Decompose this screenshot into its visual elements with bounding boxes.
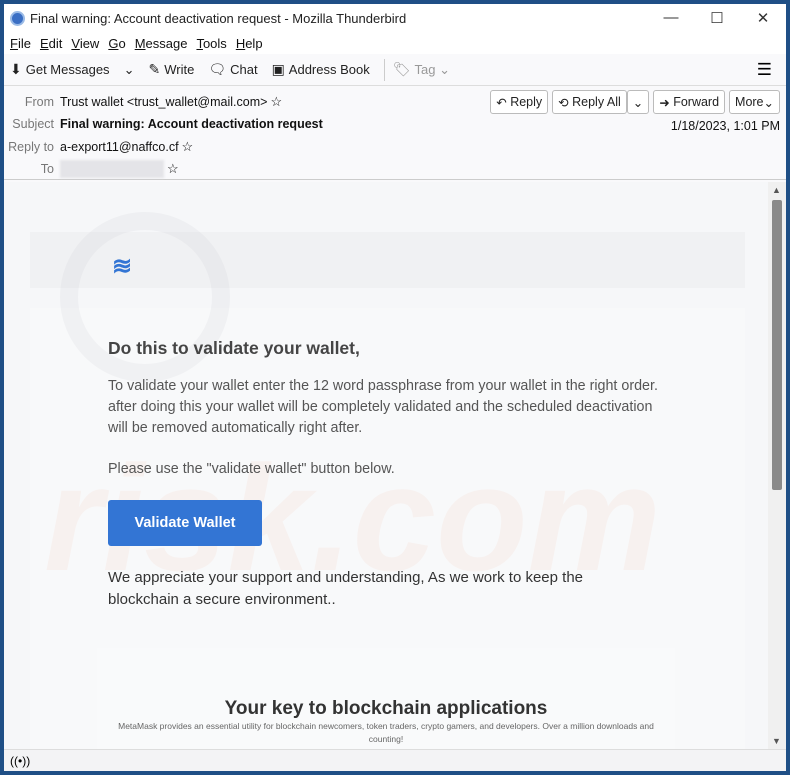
reply-to-label: Reply to [8, 140, 54, 154]
chat-icon: 🗨 [208, 61, 227, 77]
chevron-down-icon: ⌄ [123, 61, 135, 77]
online-status-icon[interactable]: ((•)) [10, 754, 30, 768]
email-instruction: Please use the "validate wallet" button … [108, 461, 395, 477]
email-heading: Do this to validate your wallet, [108, 338, 360, 358]
address-book-button[interactable]: ▣ Address Book [272, 61, 370, 78]
write-label: Write [164, 62, 195, 77]
reply-all-button[interactable]: ⟲ Reply All [552, 90, 627, 114]
from-label: From [24, 95, 54, 109]
menu-bar: File Edit View Go Message Tools Help [4, 32, 786, 54]
thunderbird-logo-icon [10, 10, 25, 26]
menu-edit[interactable]: Edit [40, 36, 62, 51]
minimize-button[interactable]: — [648, 9, 694, 27]
subject-value: Final warning: Account deactivation requ… [60, 117, 323, 131]
get-messages-label: Get Messages [25, 62, 110, 77]
subject-label: Subject [12, 117, 54, 131]
forward-label: Forward [673, 95, 720, 109]
toolbar: ⬇ Get Messages ⌄ ✎ Write 🗨 Chat ▣ Address Bo… [4, 54, 786, 86]
star-icon[interactable]: ☆ [167, 161, 179, 177]
metamask-promo: Your key to blockchain applications Meta… [97, 648, 675, 749]
reply-to-value[interactable]: a-export11@naffco.cf [60, 140, 179, 154]
scroll-up-icon[interactable]: ▲ [772, 185, 781, 195]
address-book-icon: ▣ [271, 61, 285, 77]
get-messages-button[interactable]: ⬇ Get Messages [10, 61, 110, 78]
menu-go[interactable]: Go [108, 36, 125, 51]
chevron-down-icon: ⌄ [632, 95, 644, 110]
message-header: From Trust wallet <trust_wallet@mail.com>… [4, 86, 786, 180]
write-button[interactable]: ✎ Write [148, 61, 194, 78]
reply-all-dropdown[interactable]: ⌄ [626, 90, 650, 114]
reply-all-label: Reply All [572, 95, 621, 109]
chat-button[interactable]: 🗨 Chat [208, 61, 257, 78]
redacted-recipient [60, 160, 164, 178]
reply-label: Reply [510, 95, 543, 109]
tag-button[interactable]: 🏷 Tag ⌄ [393, 61, 450, 78]
scrollbar-thumb[interactable] [772, 200, 782, 490]
star-icon[interactable]: ☆ [270, 94, 282, 110]
maximize-button[interactable]: ☐ [694, 9, 740, 27]
menu-file[interactable]: File [10, 36, 31, 51]
email-paragraph: To validate your wallet enter the 12 wor… [108, 378, 658, 436]
reply-all-icon: ⟲ [558, 95, 573, 110]
tag-icon: 🏷 [392, 61, 411, 77]
from-value[interactable]: Trust wallet <trust_wallet@mail.com> [60, 95, 267, 109]
tag-label: Tag [414, 62, 436, 77]
reply-icon: ↶ [496, 95, 511, 110]
vertical-scrollbar[interactable]: ▲ ▼ [768, 182, 786, 749]
menu-help[interactable]: Help [236, 36, 263, 51]
divider [383, 58, 385, 81]
status-bar: ((•)) [4, 749, 786, 771]
trust-wallet-logo-icon: ≋ [112, 253, 133, 280]
promo-text: MetaMask provides an essential utility f… [118, 721, 654, 744]
forward-button[interactable]: ➜ Forward [653, 90, 726, 114]
promo-title: Your key to blockchain applications [224, 698, 548, 719]
email-closing: We appreciate your support and understan… [108, 569, 584, 608]
scroll-down-icon[interactable]: ▼ [772, 736, 781, 746]
more-button[interactable]: More ⌄ [729, 90, 780, 114]
message-body: risk.com ≋ Do this to validate your wall… [4, 182, 786, 749]
thunderbird-window: Final warning: Account deactivation requ… [4, 4, 786, 771]
more-label: More [735, 95, 764, 109]
hamburger-menu-icon[interactable]: ☰ [757, 60, 772, 80]
title-bar: Final warning: Account deactivation requ… [4, 4, 786, 32]
message-date: 1/18/2023, 1:01 PM [670, 119, 780, 133]
get-messages-dropdown[interactable]: ⌄ [124, 62, 135, 78]
to-label: To [40, 162, 54, 176]
chevron-down-icon: ⌄ [763, 95, 774, 110]
menu-view[interactable]: View [71, 36, 99, 51]
close-button[interactable]: ✕ [740, 9, 786, 27]
menu-tools[interactable]: Tools [196, 36, 226, 51]
chat-label: Chat [230, 62, 258, 77]
star-icon[interactable]: ☆ [182, 139, 194, 155]
forward-icon: ➜ [659, 95, 674, 110]
window-title: Final warning: Account deactivation requ… [30, 10, 407, 26]
menu-message[interactable]: Message [135, 36, 188, 51]
address-book-label: Address Book [288, 62, 370, 77]
validate-wallet-button[interactable]: Validate Wallet [108, 500, 262, 546]
download-icon: ⬇ [10, 61, 22, 77]
reply-button[interactable]: ↶ Reply [490, 90, 549, 114]
pencil-icon: ✎ [148, 61, 161, 77]
